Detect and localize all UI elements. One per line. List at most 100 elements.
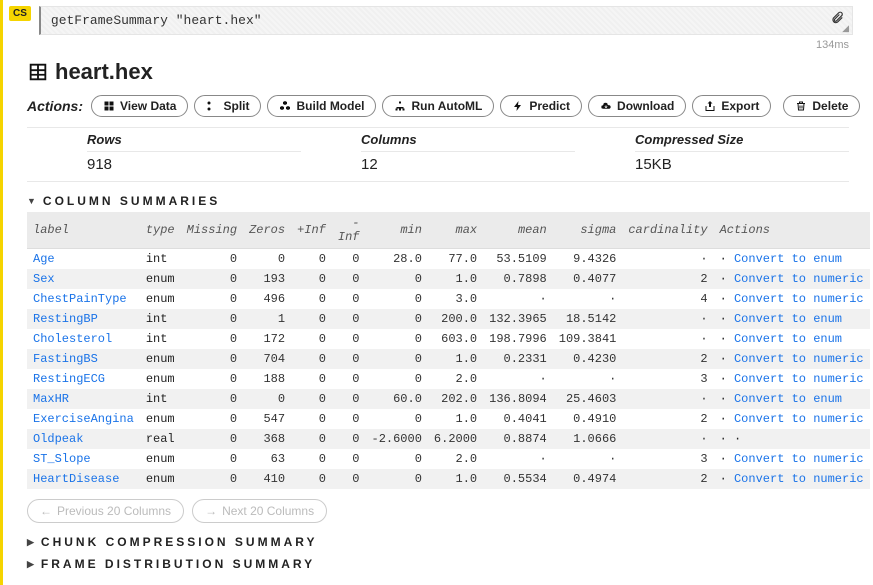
col-label-link[interactable]: ChestPainType [33, 292, 127, 306]
col-label-link[interactable]: MaxHR [33, 392, 69, 406]
frame-distribution-toggle[interactable]: ▶ FRAME DISTRIBUTION SUMMARY [27, 557, 849, 571]
col-max: 77.0 [428, 249, 483, 270]
col-type: int [140, 249, 181, 270]
convert-action-link[interactable]: Convert to enum [734, 312, 842, 326]
col-actions: · Convert to numeric [714, 409, 870, 429]
col-max: 1.0 [428, 269, 483, 289]
convert-action-link[interactable]: Convert to enum [734, 392, 842, 406]
col-max: 2.0 [428, 449, 483, 469]
actions-label: Actions: [27, 98, 83, 114]
col-ninf: 0 [332, 469, 366, 489]
col-max: 1.0 [428, 349, 483, 369]
col-pinf: 0 [291, 469, 332, 489]
col-max: 1.0 [428, 469, 483, 489]
th-actions: Actions [714, 212, 870, 249]
column-summaries-toggle[interactable]: ▼ COLUMN SUMMARIES [27, 194, 849, 208]
col-pinf: 0 [291, 309, 332, 329]
col-min: 0 [366, 289, 428, 309]
convert-action-link[interactable]: Convert to enum [734, 332, 842, 346]
resize-handle-icon[interactable]: ◢ [842, 26, 849, 32]
table-row: RestingBPint01000200.0132.396518.5142·· … [27, 309, 870, 329]
download-button[interactable]: Download [588, 95, 686, 117]
split-button[interactable]: Split [194, 95, 261, 117]
table-row: FastingBSenum07040001.00.23310.42302· Co… [27, 349, 870, 369]
chunk-compression-toggle[interactable]: ▶ CHUNK COMPRESSION SUMMARY [27, 535, 849, 549]
col-label-link[interactable]: ExerciseAngina [33, 412, 134, 426]
col-pinf: 0 [291, 289, 332, 309]
convert-action-link[interactable]: Convert to numeric [734, 272, 864, 286]
col-label-link[interactable]: RestingBP [33, 312, 98, 326]
view-data-button[interactable]: View Data [91, 95, 188, 117]
col-ninf: 0 [332, 309, 366, 329]
code-input[interactable]: getFrameSummary "heart.hex" ◢ [39, 6, 853, 35]
col-zeros: 496 [243, 289, 291, 309]
convert-action-link[interactable]: Convert to numeric [734, 472, 864, 486]
run-automl-button[interactable]: Run AutoML [382, 95, 494, 117]
convert-action-link[interactable]: Convert to numeric [734, 292, 864, 306]
col-type: enum [140, 289, 181, 309]
build-model-button[interactable]: Build Model [267, 95, 376, 117]
next-columns-button[interactable]: → Next 20 Columns [192, 499, 327, 523]
col-label-link[interactable]: FastingBS [33, 352, 98, 366]
col-mean: · [483, 449, 553, 469]
col-label: MaxHR [27, 389, 140, 409]
col-label-link[interactable]: HeartDisease [33, 472, 119, 486]
col-zeros: 410 [243, 469, 291, 489]
table-row: Oldpeakreal036800-2.60006.20000.88741.06… [27, 429, 870, 449]
col-sigma: 0.4077 [553, 269, 623, 289]
col-pinf: 0 [291, 409, 332, 429]
col-missing: 0 [181, 369, 243, 389]
col-cardinality: 4 [622, 289, 713, 309]
convert-action-link[interactable]: Convert to numeric [734, 452, 864, 466]
scissors-icon [206, 100, 218, 112]
table-row: Sexenum01930001.00.78980.40772· Convert … [27, 269, 870, 289]
col-zeros: 193 [243, 269, 291, 289]
export-button[interactable]: Export [692, 95, 771, 117]
col-max: 1.0 [428, 409, 483, 429]
table-row: MaxHRint000060.0202.0136.809425.4603·· C… [27, 389, 870, 409]
th-zeros: Zeros [243, 212, 291, 249]
bolt-icon [512, 100, 524, 112]
predict-button[interactable]: Predict [500, 95, 582, 117]
convert-action-link[interactable]: Convert to enum [734, 252, 842, 266]
th-missing: Missing [181, 212, 243, 249]
col-cardinality: 3 [622, 449, 713, 469]
col-label-link[interactable]: Age [33, 252, 55, 266]
prev-columns-button[interactable]: ← Previous 20 Columns [27, 499, 184, 523]
convert-action-link[interactable]: Convert to numeric [734, 352, 864, 366]
col-mean: 0.4041 [483, 409, 553, 429]
col-min: 60.0 [366, 389, 428, 409]
col-min: 0 [366, 309, 428, 329]
cell-type-badge: CS [9, 6, 31, 21]
table-row: ST_Slopeenum0630002.0··3· Convert to num… [27, 449, 870, 469]
col-actions: · Convert to numeric [714, 449, 870, 469]
delete-button[interactable]: Delete [783, 95, 860, 117]
col-min: 0 [366, 469, 428, 489]
col-label: ST_Slope [27, 449, 140, 469]
col-label-link[interactable]: Oldpeak [33, 432, 83, 446]
sitemap-icon [394, 100, 406, 112]
col-label-link[interactable]: Sex [33, 272, 55, 286]
col-sigma: · [553, 289, 623, 309]
col-sigma: 0.4910 [553, 409, 623, 429]
col-sigma: 18.5142 [553, 309, 623, 329]
col-label-link[interactable]: ST_Slope [33, 452, 91, 466]
col-ninf: 0 [332, 329, 366, 349]
col-missing: 0 [181, 469, 243, 489]
col-mean: 0.7898 [483, 269, 553, 289]
col-label-link[interactable]: RestingECG [33, 372, 105, 386]
col-min: 0 [366, 329, 428, 349]
col-min: 28.0 [366, 249, 428, 270]
col-zeros: 368 [243, 429, 291, 449]
col-mean: 53.5109 [483, 249, 553, 270]
th-max: max [428, 212, 483, 249]
convert-action-link[interactable]: Convert to numeric [734, 372, 864, 386]
arrow-left-icon: ← [40, 504, 52, 518]
col-zeros: 172 [243, 329, 291, 349]
col-type: enum [140, 409, 181, 429]
col-label-link[interactable]: Cholesterol [33, 332, 112, 346]
grid-icon [103, 100, 115, 112]
col-sigma: 0.4974 [553, 469, 623, 489]
col-missing: 0 [181, 329, 243, 349]
convert-action-link[interactable]: Convert to numeric [734, 412, 864, 426]
